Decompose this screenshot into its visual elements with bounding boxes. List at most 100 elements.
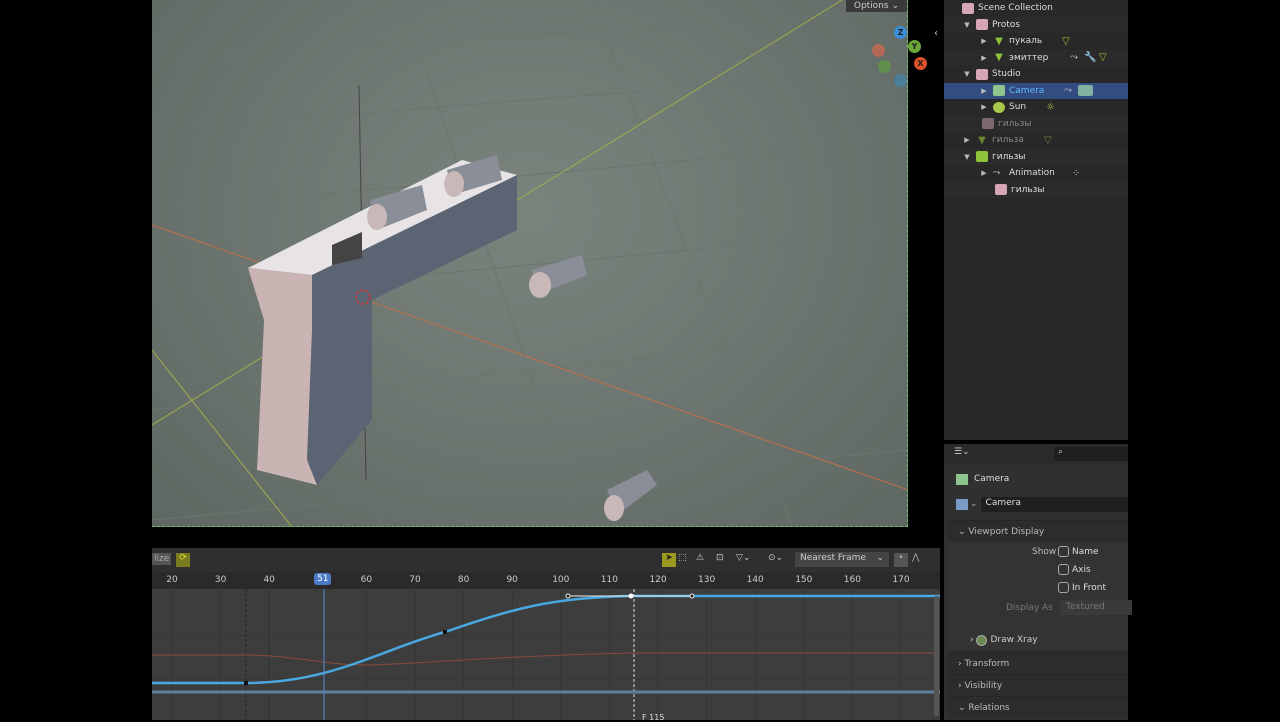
row-label: эмиттер [1009,52,1049,63]
outliner-row[interactable]: ▼ Protos [944,16,1128,33]
data-name-field[interactable]: Camera [980,496,1128,512]
camera-data-icon[interactable] [1078,85,1093,97]
frame-tick: 120 [649,575,667,585]
expand-icon[interactable]: ▶ [962,136,972,144]
row-label: Scene Collection [978,3,1053,14]
outliner-row[interactable]: ▶ ▼ эмиттер ⤳ 🔧 ▽ [944,49,1128,66]
frame-tick: 150 [795,575,813,585]
frame-icon[interactable]: ⊡ [716,553,724,563]
navigation-gizmo[interactable]: Z Y X [868,26,938,91]
expand-icon[interactable]: ▶ [979,103,989,111]
3d-viewport[interactable]: Options ⌄ [152,0,908,527]
sidebar-toggle-icon[interactable]: ‹ [934,28,938,39]
graph-editor[interactable]: lize ⟳ ➤ ⬚ ⚠ ⊡ ▽⌄ ⊙⌄ Nearest Frame ⌄ • ⋀ … [152,548,940,722]
outliner-row[interactable]: ▶ Sun ☼ [944,99,1128,116]
editor-type-icon[interactable]: ☰⌄ [954,447,970,457]
mesh-data-icon[interactable]: ▽ [1099,52,1107,63]
in-front-checkbox[interactable]: In Front [1058,582,1106,593]
axis-checkbox[interactable]: Axis [1058,564,1091,575]
subpanel-title: Draw Xray [990,635,1038,645]
object-icon [956,473,968,485]
scrollbar[interactable] [934,596,939,716]
gizmo-z[interactable]: Z [894,26,907,39]
f-curve-x [152,652,940,666]
animation-icon[interactable]: ⤳ [1070,52,1078,63]
proportional-edit-icon[interactable]: • [894,553,908,567]
keyframes-icon[interactable]: ⁘ [1072,168,1080,179]
collection-icon [976,151,988,163]
graph-curves[interactable] [152,589,940,720]
checkbox-label: Name [1072,547,1099,557]
gizmo-x[interactable]: X [914,57,927,70]
frame-tick: 140 [746,575,764,585]
current-frame-indicator[interactable]: 51 [314,573,332,585]
frame-tick: 30 [214,575,227,585]
frame-tick: 160 [843,575,861,585]
expand-icon[interactable]: ▼ [962,21,972,29]
options-dropdown[interactable]: Options ⌄ [845,0,907,12]
mesh-data-icon[interactable]: ▽ [1062,36,1070,47]
data-icon[interactable] [956,498,968,510]
snap-mode-dropdown[interactable]: Nearest Frame ⌄ [795,552,889,567]
outliner-row[interactable]: ▶ ▼ пукаль ▽ [944,33,1128,50]
panel-title: Viewport Display [968,526,1045,537]
frame-tick: 90 [506,575,518,585]
row-label: гильзы [992,151,1026,162]
outliner-row[interactable]: ▼ Studio [944,66,1128,83]
expand-icon[interactable]: ▼ [962,153,972,161]
expand-icon[interactable]: ▼ [962,70,972,78]
pivot-icon[interactable]: ⊙⌄ [768,553,783,563]
gizmo-neg-x[interactable] [872,44,885,57]
f-curve-y-selected [152,594,940,685]
row-label: Camera [1009,85,1045,96]
expand-icon[interactable]: ▶ [979,54,989,62]
animation-icon[interactable]: ⤳ [1064,85,1072,96]
gizmo-y[interactable]: Y [908,40,921,53]
normalize-button[interactable]: lize [152,553,172,565]
expand-icon[interactable]: ▶ [979,169,989,177]
viewport-scene [152,0,907,526]
panel-visibility[interactable]: › Visibility [948,674,1128,696]
modifier-icon[interactable]: 🔧 [1084,52,1096,63]
collection-icon [962,2,974,14]
frame-tick: 80 [457,575,470,585]
auto-normalize-icon[interactable]: ⟳ [176,553,190,567]
outliner-row[interactable]: ▶ ⤳ Animation ⁘ [944,165,1128,182]
expand-icon[interactable]: ▶ [979,87,989,95]
expand-icon[interactable]: ▶ [979,37,989,45]
display-as-label: Display As [1006,603,1053,613]
camera-icon [993,85,1005,97]
properties-editor: ☰⌄ ⌕ Camera ⌄ Camera ⌄ Viewport Display S… [944,444,1132,720]
panel-transform[interactable]: › Transform [948,652,1128,674]
frame-ruler[interactable]: 20 30 40 60 70 80 90 100 110 120 130 140 150 160 170 5… [152,572,940,589]
outliner-row[interactable]: ▶ ▼ гильза ▽ [944,132,1128,149]
warning-icon[interactable]: ⚠ [696,553,704,563]
light-icon [993,101,1005,113]
mesh-data-icon[interactable]: ▽ [1044,135,1052,146]
outliner-row[interactable]: гильзы [944,115,1128,132]
box-select-icon[interactable]: ⬚ [678,553,687,563]
outliner-row[interactable]: ▼ гильзы [944,148,1128,165]
gizmo-neg-z[interactable] [894,74,907,87]
options-label: Options [853,1,889,11]
search-icon[interactable]: ⌕ [1054,447,1128,461]
name-checkbox[interactable]: Name [1058,546,1099,557]
row-label: Animation [1009,168,1055,179]
keyframe-selected [628,593,634,599]
draw-xray-subpanel[interactable]: › Draw Xray [948,630,1128,650]
panel-viewport-display[interactable]: ⌄ Viewport Display [948,520,1128,542]
frame-tick: 130 [698,575,716,585]
outliner-row-selected[interactable]: ▶ Camera ⤳ [944,82,1128,99]
display-as-dropdown[interactable]: Textured [1060,600,1132,615]
panel-title: Relations [968,702,1010,713]
gizmo-neg-y[interactable] [878,60,891,73]
panel-title: Visibility [964,680,1003,691]
frame-tick: 60 [360,575,373,585]
panel-relations[interactable]: ⌄ Relations [948,696,1128,718]
select-tool-icon[interactable]: ➤ [662,553,676,567]
filter-icon[interactable]: ▽⌄ [736,553,750,563]
falloff-icon[interactable]: ⋀ [912,553,919,563]
outliner-row[interactable]: гильзы [944,181,1128,198]
light-data-icon[interactable]: ☼ [1046,102,1055,113]
outliner-row[interactable]: Scene Collection [944,0,1128,17]
